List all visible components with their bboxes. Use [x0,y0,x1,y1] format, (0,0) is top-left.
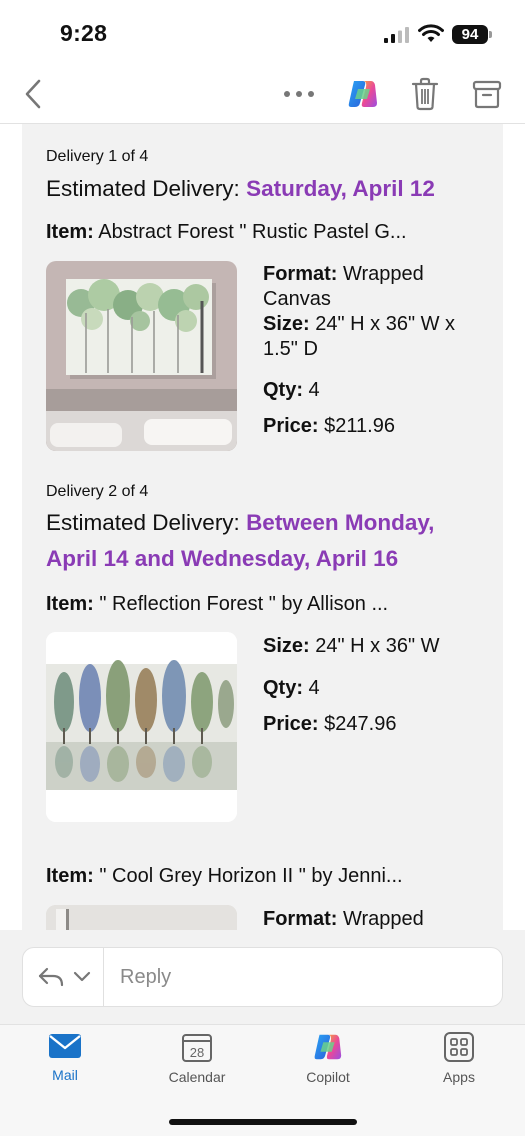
item-label: Item: [46,221,94,243]
format-label: Format: [263,263,338,285]
calendar-icon: 28 [182,1034,212,1062]
reflection-forest-artwork [46,632,237,822]
item-title[interactable]: Item: Abstract Forest " Rustic Pastel G.… [46,221,486,244]
size-value: 24" H x 36" W [309,635,440,657]
archive-icon[interactable] [472,78,502,110]
size-row: Size: 24" H x 36" W x 1.5" D [263,312,493,362]
estimated-delivery-prefix: Estimated Delivery: [46,510,247,535]
home-indicator [169,1119,357,1125]
price-row: Price: $247.96 [263,712,493,737]
item-title[interactable]: Item: " Cool Grey Horizon II " by Jenni.… [46,865,486,888]
price-value: $247.96 [318,713,397,735]
delivery-label: Delivery 1 of 4 [46,148,149,165]
copilot-icon [314,1034,342,1060]
estimated-delivery: Estimated Delivery: Saturday, April 12 [46,171,486,207]
size-label: Size: [263,635,310,657]
qty-label: Qty: [263,677,303,699]
reply-input[interactable]: Reply [120,966,171,989]
qty-value: 4 [303,379,320,401]
apps-icon [444,1032,474,1062]
item-name: Abstract Forest " Rustic Pastel G... [93,221,407,243]
battery-nub [489,31,492,38]
reply-divider [103,948,104,1006]
reply-box[interactable]: Reply [22,947,503,1007]
qty-row: Qty: 4 [263,676,493,701]
estimated-delivery-date: Saturday, April 12 [246,176,435,201]
item-title[interactable]: Item: " Reflection Forest " by Allison .… [46,593,486,616]
price-label: Price: [263,713,319,735]
battery-indicator: 94 [452,25,488,44]
status-bar: 9:28 94 [0,0,525,64]
item-label: Item: [46,865,94,887]
item-label: Item: [46,593,94,615]
abstract-forest-artwork [46,261,237,451]
item-name: " Reflection Forest " by Allison ... [93,593,389,615]
item-details: Format: Wrapped Canvas Size: 24" H x 36"… [263,262,493,439]
format-row: Format: Wrapped Canvas [263,262,493,312]
tab-calendar[interactable]: 28 Calendar [152,1031,242,1101]
product-image-cool-grey-horizon[interactable] [46,905,237,930]
qty-label: Qty: [263,379,303,401]
reply-icon[interactable] [37,965,65,989]
price-value: $211.96 [318,415,395,437]
format-value: Wrapped [337,908,424,930]
copilot-icon[interactable] [346,77,380,111]
size-label: Size: [263,313,310,335]
chevron-left-icon[interactable] [22,78,44,110]
qty-row: Qty: 4 [263,378,493,403]
tab-label: Copilot [306,1069,350,1085]
format-label: Format: [263,908,338,930]
tab-copilot[interactable]: Copilot [283,1031,373,1101]
mail-icon [49,1034,81,1058]
status-time: 9:28 [60,20,108,46]
product-image-abstract-forest[interactable] [46,261,237,451]
wifi-icon [418,24,444,42]
delivery-label: Delivery 2 of 4 [46,483,149,500]
product-image-reflection-forest[interactable] [46,632,237,822]
message-toolbar [0,64,525,124]
item-details: Format: Wrapped [263,907,493,930]
estimated-delivery: Estimated Delivery: Between Monday, Apri… [46,505,486,577]
item-details: Size: 24" H x 36" W Qty: 4 Price: $247.9… [263,634,493,737]
item-name: " Cool Grey Horizon II " by Jenni... [93,865,403,887]
tab-label: Calendar [168,1069,226,1085]
format-row: Format: Wrapped [263,907,493,930]
ellipsis-icon[interactable] [282,84,316,104]
trash-icon[interactable] [410,77,440,111]
tab-label: Apps [443,1069,475,1085]
tab-label: Mail [52,1067,78,1083]
reply-bar: Reply [0,930,525,1024]
tab-mail[interactable]: Mail [20,1031,110,1101]
cool-grey-horizon-artwork [46,905,237,930]
estimated-delivery-prefix: Estimated Delivery: [46,176,247,201]
qty-value: 4 [303,677,320,699]
chevron-down-icon[interactable] [73,970,91,984]
price-label: Price: [263,415,319,437]
size-row: Size: 24" H x 36" W [263,634,493,659]
cellular-signal-icon [384,27,409,43]
price-row: Price: $211.96 [263,414,493,439]
calendar-day: 28 [190,1045,204,1060]
email-body[interactable]: Delivery 1 of 4 Estimated Delivery: Satu… [22,124,503,930]
tab-apps[interactable]: Apps [414,1031,504,1101]
